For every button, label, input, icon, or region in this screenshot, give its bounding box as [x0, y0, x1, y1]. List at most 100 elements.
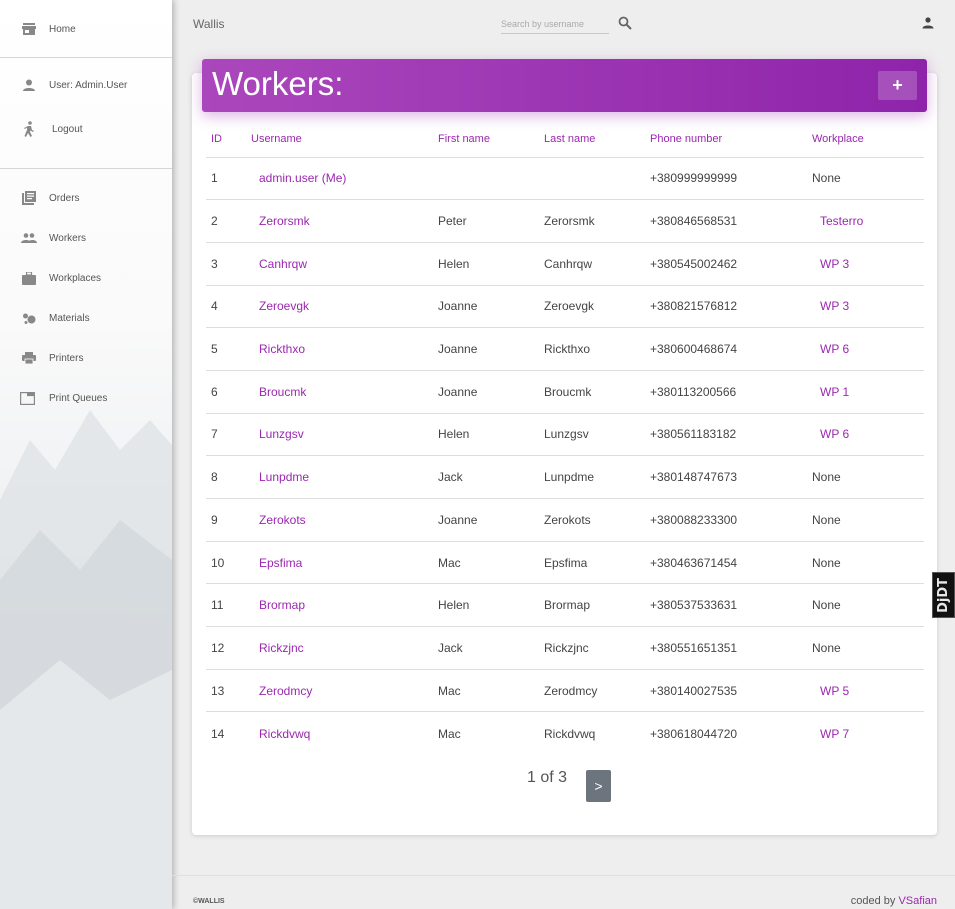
cell-workplace-link[interactable]: WP 3: [812, 299, 849, 313]
brand-title: Wallis: [193, 17, 225, 31]
credits-text: coded by: [850, 895, 896, 907]
cell-first-name: Joanne: [433, 370, 539, 414]
table-row: 6 Broucmk Joanne Broucmk +380113200566 WP 1: [206, 370, 924, 414]
cell-phone: +380999999999: [645, 157, 807, 201]
column-header-username[interactable]: Username: [246, 122, 433, 158]
copyright: ©WALLIS: [193, 898, 225, 905]
credits: coded by VSafian: [851, 895, 937, 907]
cell-first-name: Joanne: [433, 498, 539, 542]
cell-first-name: Helen: [433, 413, 539, 457]
cell-username-link[interactable]: Rickzjnc: [251, 641, 304, 655]
cell-workplace: None: [807, 583, 924, 628]
cell-username[interactable]: Broucmk: [246, 370, 433, 414]
cell-username[interactable]: Rickdvwq: [246, 712, 433, 755]
cell-username[interactable]: Zeroevgk: [246, 285, 433, 329]
cell-id: 8: [206, 455, 246, 499]
cell-username[interactable]: Epsfima: [246, 541, 433, 585]
cell-username-link[interactable]: Zerorsmk: [251, 214, 310, 228]
sidebar-item-label: Logout: [52, 123, 83, 135]
cell-username[interactable]: Rickthxo: [246, 327, 433, 371]
cell-last-name: Rickdvwq: [544, 726, 596, 741]
account-icon[interactable]: [922, 16, 934, 30]
cell-workplace[interactable]: WP 5: [807, 669, 924, 713]
sidebar-item-label: Workplaces: [49, 272, 102, 284]
cell-workplace: None: [807, 157, 924, 201]
cell-workplace-link[interactable]: WP 6: [812, 342, 849, 356]
column-header-workplace[interactable]: Workplace: [807, 122, 924, 158]
cell-username-link[interactable]: Lunpdme: [251, 470, 309, 484]
cell-workplace[interactable]: WP 3: [807, 285, 924, 329]
cell-first-name: Jack: [433, 626, 539, 670]
cell-username[interactable]: Zerodmcy: [246, 669, 433, 713]
sidebar-item-user[interactable]: User: Admin.User: [0, 65, 172, 105]
search-input[interactable]: [501, 14, 609, 34]
cell-workplace-link[interactable]: WP 6: [812, 427, 849, 441]
table-row: 4 Zeroevgk Joanne Zeroevgk +380821576812 WP 3: [206, 285, 924, 329]
person-icon: [21, 77, 37, 93]
sidebar-item-orders[interactable]: Orders: [0, 178, 172, 218]
author-link[interactable]: VSafian: [898, 895, 937, 907]
cell-last-name: Broucmk: [539, 370, 645, 414]
cell-workplace-link[interactable]: WP 3: [812, 257, 849, 271]
cell-phone: +380846568531: [645, 199, 807, 243]
cell-username-link[interactable]: Zerokots: [251, 513, 306, 527]
cell-workplace[interactable]: WP 1: [807, 370, 924, 414]
cell-last-name: Zerodmcy: [539, 669, 645, 713]
cell-phone: +380821576812: [645, 285, 807, 329]
cell-username[interactable]: admin.user (Me): [246, 157, 433, 201]
cell-username[interactable]: Lunpdme: [246, 455, 433, 499]
cell-first-name: Joanne: [433, 327, 539, 371]
cell-username-link[interactable]: Rickdvwq: [251, 727, 310, 741]
next-page-button[interactable]: >: [586, 770, 611, 802]
cell-workplace-link[interactable]: WP 5: [812, 684, 849, 698]
cell-username-link[interactable]: Broucmk: [251, 385, 306, 399]
cell-first-name: Jack: [433, 455, 539, 499]
cell-username-link[interactable]: Rickthxo: [251, 342, 305, 356]
cell-username[interactable]: Canhrqw: [246, 242, 433, 286]
cell-username-link[interactable]: Lunzgsv: [251, 427, 304, 441]
cell-username-link[interactable]: Epsfima: [251, 556, 302, 570]
cell-username[interactable]: Zerokots: [246, 498, 433, 542]
sidebar-item-print-queues[interactable]: Print Queues: [0, 378, 172, 418]
sidebar-item-home[interactable]: Home: [0, 9, 172, 49]
sidebar-item-materials[interactable]: Materials: [0, 298, 172, 338]
cell-username-link[interactable]: Zerodmcy: [251, 684, 312, 698]
column-header-last-name[interactable]: Last name: [539, 122, 645, 158]
cell-phone: +380545002462: [645, 242, 807, 286]
cell-username[interactable]: Zerorsmk: [246, 199, 433, 243]
cell-workplace-link[interactable]: Testerro: [812, 214, 863, 228]
column-header-first-name[interactable]: First name: [433, 122, 539, 158]
cell-workplace-link[interactable]: WP 1: [812, 385, 849, 399]
cell-username[interactable]: Rickzjnc: [246, 626, 433, 670]
cell-last-name: Lunzgsv: [539, 413, 645, 457]
sidebar-item-logout[interactable]: Logout: [0, 109, 172, 149]
column-header-id[interactable]: ID: [206, 122, 246, 158]
cell-workplace[interactable]: WP 6: [807, 413, 924, 457]
cell-username[interactable]: Brormap: [246, 583, 433, 628]
cell-first-name: Helen: [433, 583, 539, 628]
cell-workplace-link[interactable]: WP 7: [812, 727, 849, 741]
cell-phone: +380551651351: [645, 626, 807, 670]
table-row: 8 Lunpdme Jack Lunpdme +380148747673 None: [206, 455, 924, 499]
printer-icon: [21, 350, 37, 366]
cell-phone: +380600468674: [645, 327, 807, 371]
cell-username-link[interactable]: Canhrqw: [251, 257, 307, 271]
debug-toolbar-handle[interactable]: DjDT: [932, 572, 955, 618]
cell-username[interactable]: Lunzgsv: [246, 413, 433, 457]
sidebar-item-workplaces[interactable]: Workplaces: [0, 258, 172, 298]
sidebar-item-workers[interactable]: Workers: [0, 218, 172, 258]
cell-username-link[interactable]: admin.user (Me): [251, 171, 346, 185]
search-icon[interactable]: [618, 16, 632, 30]
cell-last-name: [539, 157, 645, 201]
column-header-phone[interactable]: Phone number: [645, 122, 807, 158]
cell-workplace[interactable]: WP 6: [807, 327, 924, 371]
cell-workplace: None: [807, 498, 924, 542]
sidebar-item-printers[interactable]: Printers: [0, 338, 172, 378]
cell-workplace[interactable]: WP 7: [807, 712, 924, 755]
cell-workplace[interactable]: Testerro: [807, 199, 924, 243]
add-worker-button[interactable]: +: [878, 71, 917, 100]
sidebar-item-label: Home: [49, 23, 76, 35]
cell-username-link[interactable]: Zeroevgk: [251, 299, 309, 313]
cell-username-link[interactable]: Brormap: [251, 598, 305, 612]
cell-workplace[interactable]: WP 3: [807, 242, 924, 286]
